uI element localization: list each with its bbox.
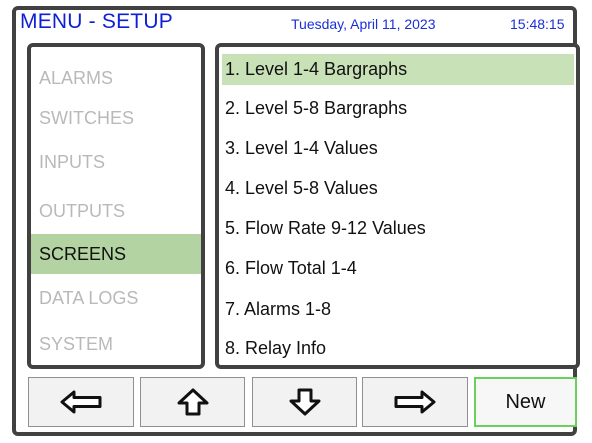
menu-item-alarms[interactable]: ALARMS [31, 58, 201, 98]
arrow-up-icon [176, 387, 210, 417]
screen-list-item[interactable]: 2. Level 5-8 Bargraphs [222, 93, 574, 124]
back-button[interactable] [28, 377, 134, 427]
screen-list-item[interactable]: 8. Relay Info [222, 333, 574, 364]
screen-list-item[interactable]: 7. Alarms 1-8 [222, 294, 574, 325]
screen-list-item[interactable]: 4. Level 5-8 Values [222, 173, 574, 204]
screen-list-item[interactable]: 3. Level 1-4 Values [222, 133, 574, 164]
menu-item-screens[interactable]: SCREENS [31, 234, 201, 274]
arrow-down-icon [288, 387, 322, 417]
forward-button[interactable] [362, 377, 468, 427]
screen-list-panel: 1. Level 1-4 Bargraphs 2. Level 5-8 Barg… [215, 43, 580, 369]
clock-display: 15:48:15 [510, 16, 565, 32]
screen-list-item[interactable]: 1. Level 1-4 Bargraphs [222, 54, 574, 85]
arrow-right-icon [393, 389, 437, 415]
menu-item-inputs[interactable]: INPUTS [31, 142, 201, 182]
setup-menu-panel: ALARMS SWITCHES INPUTS OUTPUTS SCREENS D… [27, 43, 205, 369]
screen-list-item[interactable]: 6. Flow Total 1-4 [222, 253, 574, 284]
new-button[interactable]: New [474, 377, 577, 427]
page-title: MENU - SETUP [20, 10, 173, 33]
arrow-left-icon [59, 389, 103, 415]
menu-item-switches[interactable]: SWITCHES [31, 98, 201, 138]
menu-item-data-logs[interactable]: DATA LOGS [31, 278, 201, 318]
menu-item-system[interactable]: SYSTEM [31, 324, 201, 364]
menu-item-outputs[interactable]: OUTPUTS [31, 191, 201, 231]
screen-list-item[interactable]: 5. Flow Rate 9-12 Values [222, 213, 574, 244]
down-button[interactable] [252, 377, 357, 427]
date-display: Tuesday, April 11, 2023 [291, 16, 436, 32]
up-button[interactable] [140, 377, 245, 427]
